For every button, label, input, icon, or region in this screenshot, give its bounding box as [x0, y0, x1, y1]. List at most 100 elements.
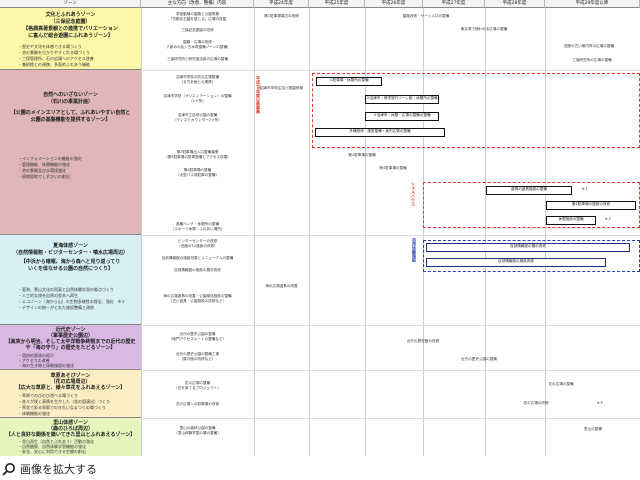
magnifier-icon: [2, 463, 15, 476]
measure-item: 茶室動線の園路と公園修景: [175, 12, 220, 16]
measure-item: 各種ベンチ・休憩所の整備: [175, 222, 220, 226]
schedule-item: 近代の歴史館の改修: [406, 339, 440, 343]
schedule-item: 第1駐車場の整備: [348, 153, 376, 157]
measure-item: （スポーツ休憩・ふれあい場所）: [170, 227, 225, 231]
note-mark: ※４: [596, 401, 604, 405]
zone-bullet: ・美術館との連携、多面的ふれあう機能: [18, 62, 90, 67]
zone-theme: 【格調高著景観との連携でバリエーション: [23, 26, 118, 32]
header-zone: ゾーン: [0, 0, 141, 8]
measure-item: （まち計画との連携）: [179, 80, 216, 84]
measure-item: 花の広場への駐車場の改修: [175, 402, 220, 406]
schedule-item: 第1駐車場周辺の改修: [264, 14, 299, 18]
schedule-box: 遊具の遊具施設の整備: [486, 186, 572, 195]
zone-title: 夏海体感ゾーン: [53, 243, 88, 249]
measure-item: 園路・広場の改修: [183, 40, 212, 44]
vertical-label: 平成30年度以降事業: [256, 76, 261, 114]
measure-item: （花を育てるプロジェクト）: [174, 386, 221, 390]
zone-theme: 【広大な草原と、様々草花をふれあえるゾーン】: [15, 385, 126, 391]
row-divider: [141, 70, 640, 71]
schedule-box: 第1駐車場の施設の改修: [546, 201, 636, 210]
row-divider: [141, 418, 640, 419]
zone-meadow: 草原あそびゾーン （花の広場周辺） 【広大な草原と、様々草花をふれあえるゾーン】…: [0, 370, 141, 418]
zone-theme: いくを体なせる公園の自然につくり】: [27, 266, 113, 272]
measure-item: 沼津市立自然公園の整備: [177, 113, 218, 117]
schedule-item: 旧館の古い案内所の広場の整備: [563, 44, 615, 48]
zone-satoyama: 里山体感ゾーン （森のひろば周辺） 【人と良好な関係を築いてきた里山とふれあえる…: [0, 418, 141, 456]
measure-item: （南門アクセスルートの整備など）: [168, 337, 227, 341]
zone-bullet: ・植物園地でしずかいの創出: [18, 174, 70, 179]
measure-item: （里山体験学習の場の整備）: [174, 431, 221, 435]
measure-item: 自然情報館の施設改善とリニューアルの整備: [161, 256, 234, 260]
measure-item: （2ヶ所）: [189, 99, 206, 103]
schedule-item: 第4駐車場の整備: [379, 166, 407, 170]
schedule-item: 花の広場の改修: [523, 401, 549, 405]
schedule-box: ①駐車場・休憩所の整備: [316, 77, 382, 86]
vertical-label: シェルハウス: [411, 182, 416, 206]
schedule-item: 三保研究所の広場の整備: [572, 58, 612, 62]
measure-item: 沼津市学校（オリエンテーション）の整備: [163, 94, 232, 98]
measure-item: 花の広場の整備: [184, 381, 211, 385]
zone-title: 文化とふれあうゾーン: [45, 12, 96, 18]
col-divider: [309, 8, 310, 456]
zone-subtitle: （三保記念庭園）: [50, 19, 91, 25]
schedule-item: 東京湾で使われる広場の整備: [460, 27, 508, 31]
measure-item: （大型バス用駐車の整備）: [175, 173, 220, 177]
measure-item: 里山の森林公園の整備: [179, 426, 216, 430]
zone-title: 自然へのいざないゾーン: [43, 92, 98, 98]
zone-theme: 公園の基盤機能を提供するゾーン】: [30, 117, 111, 123]
schedule-item: 園路改修・ゲート入口の整備: [402, 14, 450, 18]
schedule-item: 里山の整備: [584, 427, 602, 431]
header-h24: 平成24年度: [254, 0, 309, 8]
header-h27: 平成27年度: [423, 0, 485, 8]
schedule-item: 沼津市学校区及び庭園修景: [259, 86, 304, 90]
measure-item: （展示館の改修など）: [179, 357, 216, 361]
measure-item: （「新みの会」古木再整備ゾーンの整備）: [164, 45, 231, 49]
zone-bullet: ・海の生き物と体験施設の強化: [18, 363, 74, 368]
enlarge-image-link[interactable]: 画像を拡大する: [2, 459, 97, 479]
measure-item: ビジターセンターの改修: [177, 239, 218, 243]
measure-item: （古い遊具・公園施設の改修など）: [168, 299, 227, 303]
zone-bullet: ・安全、安心に利用できる空間の創出: [18, 449, 86, 454]
measure-item: 三保研究所と研究室活用の広場の整備: [166, 57, 229, 61]
plan-table: ゾーン 主な方向（改善、整備）内容 平成24年度 平成25年度 平成26年度 平…: [0, 0, 640, 456]
measure-item: 自然情報館の施設の展示改修: [174, 268, 221, 272]
header-content: 主な方向（改善、整備）内容: [141, 0, 254, 8]
measure-item: 第4駐車場の整備: [183, 168, 212, 172]
schedule-item: 花の広場の整備: [548, 382, 574, 386]
measure-item: 「古都名石園を感じる」広場の改善: [168, 17, 227, 21]
zone-theme: 【中浜から確報、海から森へと見り返ってり: [20, 259, 121, 265]
note-mark: ※１: [581, 187, 589, 191]
zone-culture: 文化とふれあうゾーン （三保記念庭園） 【格調高著景観との連携でバリエーション …: [0, 8, 141, 70]
row-divider: [141, 370, 640, 371]
zone-bullet: ・体験機能の強化: [18, 411, 50, 416]
vertical-label: 自然体験施設: [412, 238, 417, 262]
row-divider: [141, 235, 640, 236]
schedule-box: ③沼津市・休憩・広場の整備の整備: [365, 112, 439, 121]
schedule-item: 近代の歴史公園の整備: [461, 357, 497, 361]
col-divider: [141, 8, 142, 456]
enlarge-image-label: 画像を拡大する: [20, 463, 97, 476]
measure-item: 第2駐車場出入口整備事業: [176, 150, 219, 154]
schedule-box: 外構改修・施設整備・案内広場の整備: [315, 128, 445, 137]
measure-item: 近代の歴史公園の整備工事: [175, 352, 220, 356]
zone-theme: に富んだ総合遊園にふれあうゾーン】: [28, 33, 113, 39]
measure-item: 近代の歴史公園の整備: [179, 332, 216, 336]
zone-subtitle: （石川の事業計画）: [47, 99, 93, 105]
header-h25: 平成25年度: [309, 0, 365, 8]
schedule-box: ②沼津市・修学旅行ゾーン館・休憩所の整備: [365, 95, 439, 104]
zone-theme: 【人と良好な関係を築いてきた里山とふれあえるゾーン】: [5, 432, 136, 438]
header-h28: 平成28年度: [485, 0, 545, 8]
schedule-item: 海の広場遊具の改善: [265, 284, 298, 288]
schedule-box: 休憩施設の整備: [546, 216, 596, 225]
zone-bullet: ・デザインの統一がとれた施設整備と改修: [18, 305, 94, 310]
zone-summer-sea: 夏海体感ゾーン （自然情報館・ビジターセンター・噴水広場周辺） 【中浜から確報、…: [0, 235, 141, 325]
measure-item: 海の広場遊具の改善・公園緑化施設の整備: [163, 294, 232, 298]
measure-item: （第5駐車場の駐車整備とアクセス改善）: [164, 155, 231, 159]
zone-theme: や「海の守り」の歴史をたどるゾーン】: [25, 345, 116, 351]
header-h26: 平成26年度: [365, 0, 423, 8]
measure-item: （旧館の11施設の改修）: [177, 244, 218, 248]
note-mark: ※２: [604, 217, 612, 221]
measure-item: 沼津市学校の防災広場整備: [175, 75, 220, 79]
zone-theme: 【公園のメインエリアとして、ふれあいやすい自然と: [10, 110, 131, 116]
zone-nature: 自然へのいざないゾーン （石川の事業計画） 【公園のメインエリアとして、ふれあい…: [0, 70, 141, 235]
